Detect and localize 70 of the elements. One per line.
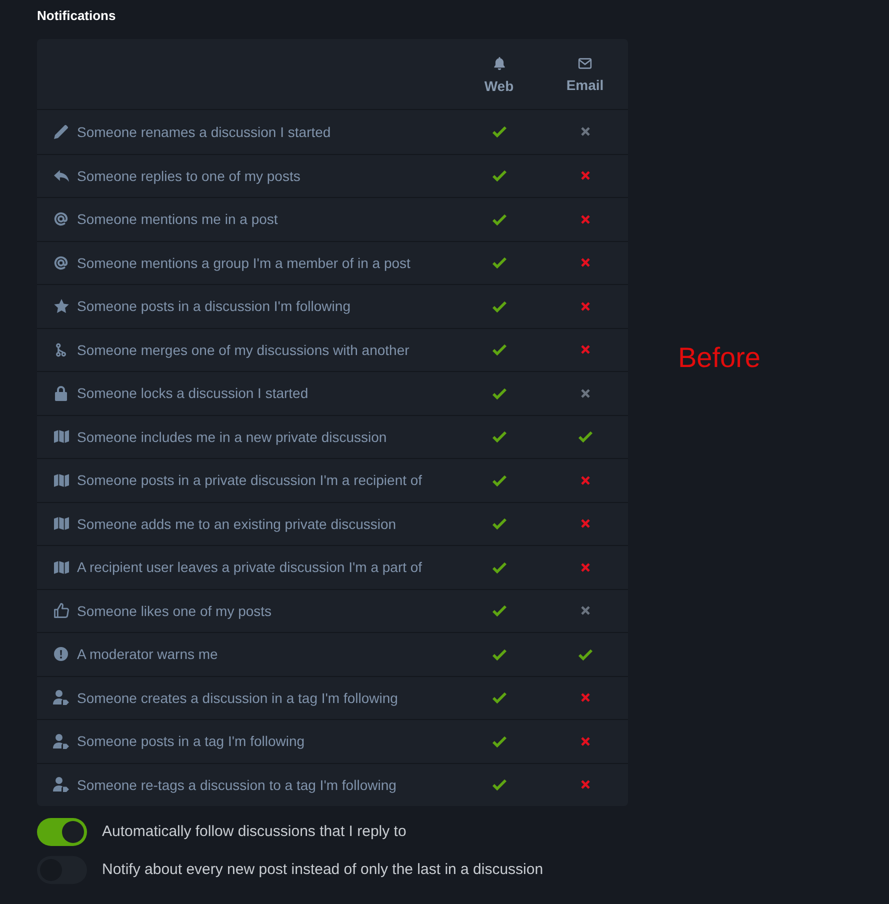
notification-label: Someone likes one of my posts <box>77 602 272 620</box>
check-icon[interactable] <box>492 430 506 444</box>
pencil-icon <box>54 124 68 139</box>
notification-label: Someone merges one of my discussions with another <box>77 340 410 359</box>
notification-label: Someone posts in a private discussion I'm a recipient of <box>77 471 422 490</box>
cross-icon[interactable] <box>580 736 590 747</box>
cross-icon[interactable] <box>580 474 590 486</box>
notification-label: Someone posts in a tag I'm following <box>77 732 305 750</box>
cross-icon[interactable] <box>580 300 590 312</box>
check-icon[interactable] <box>492 125 506 138</box>
check-icon[interactable] <box>492 343 506 356</box>
cross-icon[interactable] <box>580 344 590 356</box>
check-icon[interactable] <box>492 256 506 270</box>
check-icon[interactable] <box>492 474 506 487</box>
exclamation-icon <box>54 647 68 662</box>
cross-icon[interactable] <box>580 692 590 704</box>
check-icon[interactable] <box>492 691 506 704</box>
cross-icon[interactable] <box>580 257 590 268</box>
notification-label: Someone mentions a group I'm a member of in a post <box>77 254 410 272</box>
check-icon[interactable] <box>492 169 506 182</box>
check-icon[interactable] <box>492 212 506 226</box>
user-tag-icon <box>53 777 69 792</box>
check-icon[interactable] <box>492 300 506 313</box>
lock-icon <box>55 386 67 401</box>
notification-label: Someone re-tags a discussion to a tag I'm following <box>77 776 396 794</box>
cross-icon[interactable] <box>580 562 590 573</box>
map-icon <box>54 560 68 574</box>
at-sign-icon <box>54 256 68 270</box>
cross-icon[interactable] <box>580 170 590 182</box>
section-title: Notifications <box>37 8 116 24</box>
column-header: Email <box>566 76 604 94</box>
column-header: Web <box>484 76 514 96</box>
notification-label: Someone adds me to an existing private discussion <box>77 514 396 533</box>
notification-label: Someone locks a discussion I started <box>77 384 308 402</box>
map-icon <box>54 474 68 487</box>
check-icon[interactable] <box>492 648 506 661</box>
cross-icon[interactable] <box>580 214 590 225</box>
cross-icon[interactable] <box>580 518 590 530</box>
envelope-icon <box>578 58 592 68</box>
switch-label: Notify about every new post instead of only the last in a discussion <box>102 860 544 880</box>
check-icon[interactable] <box>492 386 506 400</box>
check-icon[interactable] <box>492 778 506 792</box>
branch-icon <box>56 342 66 357</box>
map-icon <box>54 517 68 530</box>
toggle-switch[interactable] <box>37 818 87 846</box>
notification-label: A recipient user leaves a private discussion I'm a part of <box>77 558 422 576</box>
bell-icon <box>494 56 504 70</box>
at-sign-icon <box>54 212 68 226</box>
notification-label: Someone creates a discussion in a tag I'm following <box>77 688 398 707</box>
thumbs-up-icon <box>54 603 68 618</box>
notification-label: Someone includes me in a new private discussion <box>77 428 387 446</box>
check-icon[interactable] <box>492 517 506 530</box>
check-icon[interactable] <box>578 430 592 444</box>
check-icon[interactable] <box>492 734 506 748</box>
star-icon <box>54 299 68 314</box>
notification-label: A moderator warns me <box>77 645 218 664</box>
cross-icon[interactable] <box>580 779 590 790</box>
notification-label: Someone replies to one of my posts <box>77 166 300 185</box>
annotation-label: Before <box>678 342 760 374</box>
reply-icon <box>54 170 68 182</box>
check-icon[interactable] <box>492 604 506 618</box>
user-tag-icon <box>53 690 69 706</box>
notification-label: Someone mentions me in a post <box>77 210 278 228</box>
user-tag-icon <box>53 734 69 749</box>
switch-label: Automatically follow discussions that I reply to <box>102 822 406 842</box>
map-icon <box>54 430 68 444</box>
check-icon[interactable] <box>578 648 592 661</box>
notification-label: Someone posts in a discussion I'm following <box>77 297 350 316</box>
check-icon[interactable] <box>492 560 506 574</box>
notification-label: Someone renames a discussion I started <box>77 122 331 141</box>
